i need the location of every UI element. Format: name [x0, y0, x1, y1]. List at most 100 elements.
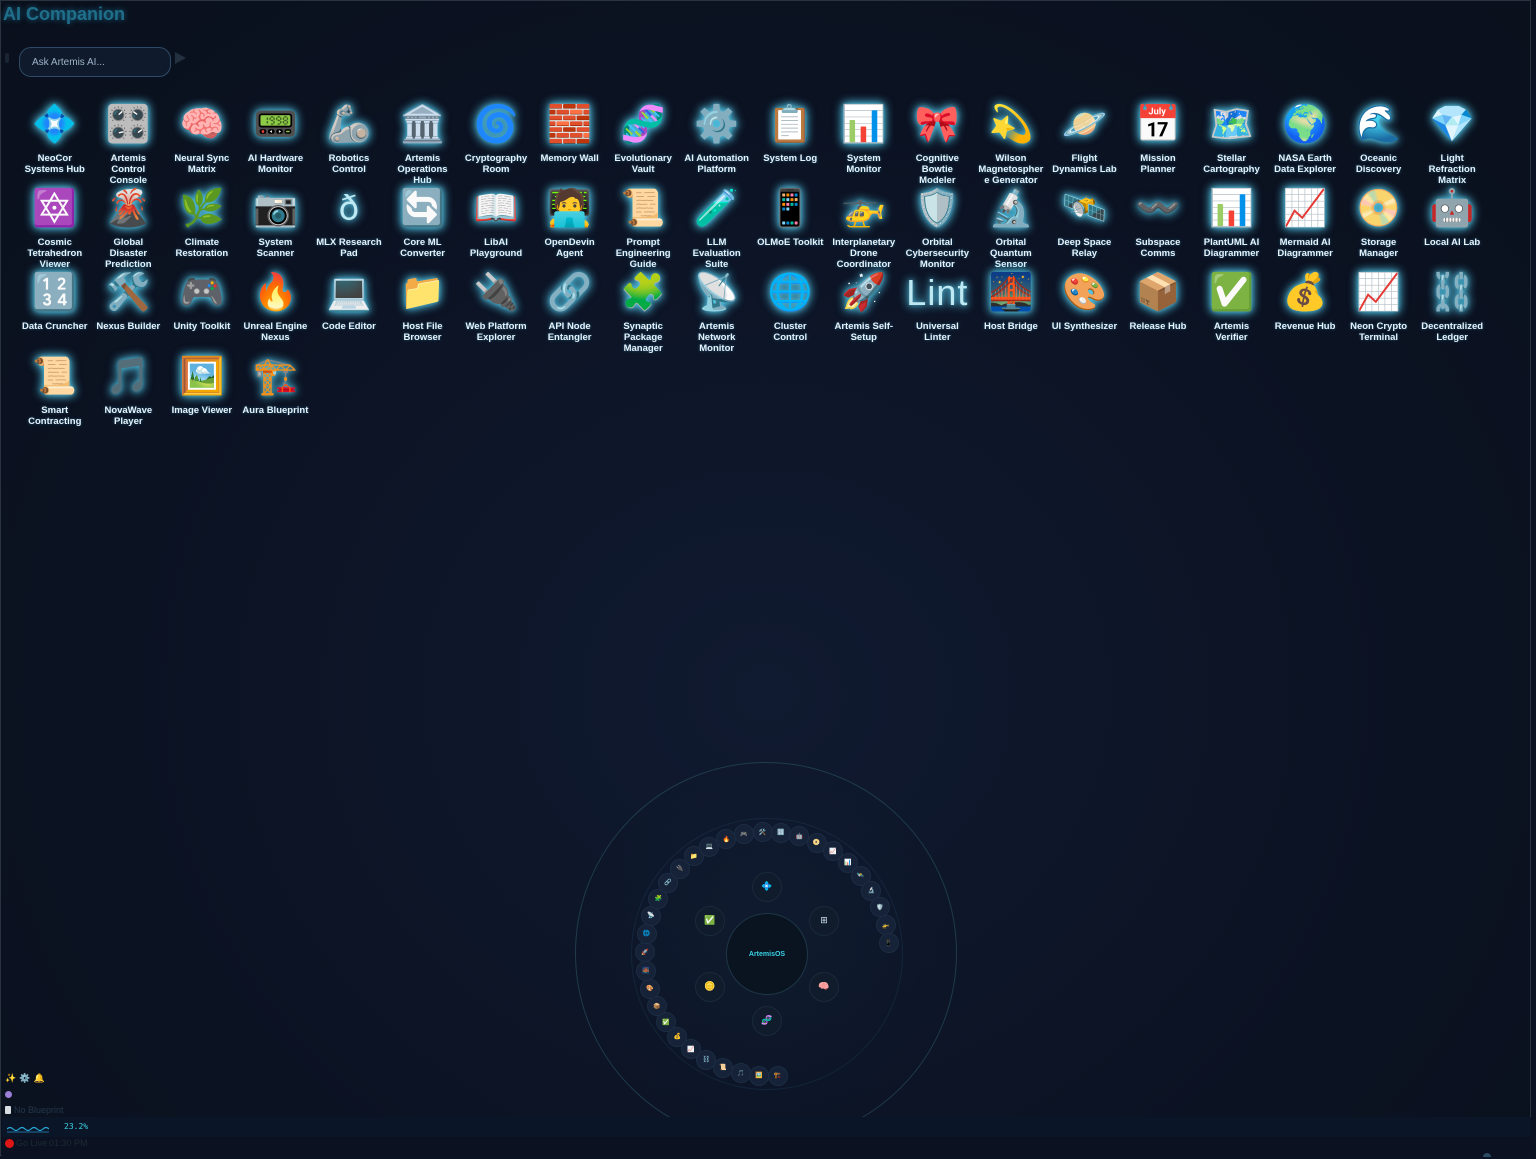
app-artemis-control-console[interactable]: 🎛️ Artemis Control Console: [92, 103, 166, 187]
app-global-disaster-prediction[interactable]: 🌋 Global Disaster Prediction: [92, 187, 166, 271]
app-ui-synthesizer[interactable]: 🎨 UI Synthesizer: [1048, 271, 1122, 355]
orbit-app-shortcut[interactable]: 📱: [878, 933, 899, 954]
ask-drag-handle[interactable]: [5, 53, 9, 63]
app-universal-linter[interactable]: Lint Universal Linter: [901, 271, 975, 355]
orbit-app-shortcut[interactable]: 🔢: [771, 822, 792, 843]
ask-ai-input[interactable]: [19, 47, 171, 77]
app-neural-sync-matrix[interactable]: 🧠 Neural Sync Matrix: [165, 103, 239, 187]
app-smart-contracting[interactable]: 📜 Smart Contracting: [18, 355, 92, 439]
orbit-app-shortcut[interactable]: 🌐: [636, 923, 657, 944]
app-oceanic-discovery[interactable]: 🌊 Oceanic Discovery: [1342, 103, 1416, 187]
app-memory-wall[interactable]: 🧱 Memory Wall: [533, 103, 607, 187]
app-nasa-earth-data-explorer[interactable]: 🌍 NASA Earth Data Explorer: [1268, 103, 1342, 187]
app-label: NASA Earth Data Explorer: [1274, 153, 1336, 175]
app-artemis-network-monitor[interactable]: 📡 Artemis Network Monitor: [680, 271, 754, 355]
app-aura-blueprint[interactable]: 🏗️ Aura Blueprint: [239, 355, 313, 439]
app-artemis-verifier[interactable]: ✅ Artemis Verifier: [1195, 271, 1269, 355]
app-climate-restoration[interactable]: 🌿 Climate Restoration: [165, 187, 239, 271]
orbit-app-shortcut[interactable]: 🖼️: [749, 1065, 770, 1086]
app-nexus-builder[interactable]: 🛠️ Nexus Builder: [92, 271, 166, 355]
app-mission-planner[interactable]: 📅 Mission Planner: [1121, 103, 1195, 187]
orbit-icon: 💫: [988, 104, 1034, 145]
app-synaptic-package-manager[interactable]: 🧩 Synaptic Package Manager: [606, 271, 680, 355]
app-libai-playground[interactable]: 📖 LibAI Playground: [459, 187, 533, 271]
app-host-bridge[interactable]: 🌉 Host Bridge: [974, 271, 1048, 355]
activity-wave-icon: [7, 1126, 49, 1133]
app-decentralized-ledger[interactable]: ⛓️ Decentralized Ledger: [1415, 271, 1489, 355]
orbit-app-shortcut[interactable]: 🎵: [730, 1063, 751, 1084]
orbit-node-diamond[interactable]: 💠: [752, 872, 782, 902]
orbit-node-grid[interactable]: ⊞: [809, 906, 839, 936]
app-revenue-hub[interactable]: 💰 Revenue Hub: [1268, 271, 1342, 355]
app-stellar-cartography[interactable]: 🗺️ Stellar Cartography: [1195, 103, 1269, 187]
app-opendevin-agent[interactable]: 🧑‍💻 OpenDevin Agent: [533, 187, 607, 271]
app-ai-hardware-monitor[interactable]: 📟 AI Hardware Monitor: [239, 103, 313, 187]
app-label: Cluster Control: [773, 321, 808, 343]
app-data-cruncher[interactable]: 🔢 Data Cruncher: [18, 271, 92, 355]
app-wilson-magnetosphere-generator[interactable]: 💫 Wilson Magnetosphere Generator: [974, 103, 1048, 187]
app-neon-crypto-terminal[interactable]: 📈 Neon Crypto Terminal: [1342, 271, 1416, 355]
sparkles-icon[interactable]: ✨: [5, 1074, 16, 1084]
app-flight-dynamics-lab[interactable]: 🪐 Flight Dynamics Lab: [1048, 103, 1122, 187]
app-prompt-engineering-guide[interactable]: 📜 Prompt Engineering Guide: [606, 187, 680, 271]
record-icon[interactable]: [5, 1139, 14, 1148]
orbit-app-shortcut[interactable]: 🛠️: [752, 822, 773, 843]
app-artemis-operations-hub[interactable]: 🏛️ Artemis Operations Hub: [386, 103, 460, 187]
orbit-app-shortcut[interactable]: 📦: [646, 996, 667, 1017]
app-storage-manager[interactable]: 📀 Storage Manager: [1342, 187, 1416, 271]
app-image-viewer[interactable]: 🖼️ Image Viewer: [165, 355, 239, 439]
app-local-ai-lab[interactable]: 🤖 Local AI Lab: [1415, 187, 1489, 271]
app-neocor-systems-hub[interactable]: 💠 NeoCor Systems Hub: [18, 103, 92, 187]
dna-icon: 🧬: [620, 104, 666, 145]
app-system-log[interactable]: 📋 System Log: [753, 103, 827, 187]
app-label: Light Refraction Matrix: [1428, 153, 1476, 186]
app-llm-evaluation-suite[interactable]: 🧪 LLM Evaluation Suite: [680, 187, 754, 271]
app-orbital-quantum-sensor[interactable]: 🔬 Orbital Quantum Sensor: [974, 187, 1048, 271]
app-novawave-player[interactable]: 🎵 NovaWave Player: [92, 355, 166, 439]
orbit-app-shortcut[interactable]: 📡: [641, 905, 662, 926]
app-evolutionary-vault[interactable]: 🧬 Evolutionary Vault: [606, 103, 680, 187]
send-arrow-icon[interactable]: [175, 52, 186, 64]
app-unity-toolkit[interactable]: 🎮 Unity Toolkit: [165, 271, 239, 355]
orbit-node-brain[interactable]: 🧠: [809, 972, 839, 1002]
orbit-node-dna[interactable]: 🧬: [752, 1006, 782, 1036]
user-status-dot[interactable]: [5, 1091, 12, 1098]
artemisos-hub[interactable]: ArtemisOS: [726, 913, 808, 995]
app-unreal-engine-nexus[interactable]: 🔥 Unreal Engine Nexus: [239, 271, 313, 355]
app-code-editor[interactable]: 💻 Code Editor: [312, 271, 386, 355]
app-mermaid-ai-diagrammer[interactable]: 📈 Mermaid AI Diagrammer: [1268, 187, 1342, 271]
app-system-scanner[interactable]: 📷 System Scanner: [239, 187, 313, 271]
orbit-node-check[interactable]: ✅: [695, 906, 725, 936]
bell-icon[interactable]: 🔔: [33, 1074, 44, 1084]
app-orbital-cybersecurity-monitor[interactable]: 🛡️ Orbital Cybersecurity Monitor: [901, 187, 975, 271]
gear-icon[interactable]: ⚙️: [19, 1074, 30, 1084]
orbit-app-shortcut[interactable]: 🌉: [636, 960, 657, 981]
app-cryptography-room[interactable]: 🌀 Cryptography Room: [459, 103, 533, 187]
app-web-platform-explorer[interactable]: 🔌 Web Platform Explorer: [459, 271, 533, 355]
app-system-monitor[interactable]: 📊 System Monitor: [827, 103, 901, 187]
go-live-label[interactable]: Go Live: [16, 1138, 47, 1148]
app-deep-space-relay[interactable]: 🛰️ Deep Space Relay: [1048, 187, 1122, 271]
app-release-hub[interactable]: 📦 Release Hub: [1121, 271, 1195, 355]
app-cognitive-bowtie-modeler[interactable]: 🎀 Cognitive Bowtie Modeler: [901, 103, 975, 187]
app-subspace-comms[interactable]: 〰️ Subspace Comms: [1121, 187, 1195, 271]
app-interplanetary-drone-coordinator[interactable]: 🚁 Interplanetary Drone Coordinator: [827, 187, 901, 271]
app-artemis-self-setup[interactable]: 🚀 Artemis Self-Setup: [827, 271, 901, 355]
app-olmoe-toolkit[interactable]: 📱 OLMoE Toolkit: [753, 187, 827, 271]
app-core-ml-converter[interactable]: 🔄 Core ML Converter: [386, 187, 460, 271]
app-ai-automation-platform[interactable]: ⚙️ AI Automation Platform: [680, 103, 754, 187]
app-plantuml-ai-diagrammer[interactable]: 📊 PlantUML AI Diagrammer: [1195, 187, 1269, 271]
orbit-app-shortcut[interactable]: 🎨: [640, 978, 661, 999]
app-cosmic-tetrahedron-viewer[interactable]: 🔯 Cosmic Tetrahedron Viewer: [18, 187, 92, 271]
orbit-app-shortcut[interactable]: 📜: [713, 1057, 734, 1078]
app-api-node-entangler[interactable]: 🔗 API Node Entangler: [533, 271, 607, 355]
app-cluster-control[interactable]: 🌐 Cluster Control: [753, 271, 827, 355]
app-robotics-control[interactable]: 🦾 Robotics Control: [312, 103, 386, 187]
orbit-app-shortcut[interactable]: 🏗️: [767, 1065, 788, 1086]
app-light-refraction-matrix[interactable]: 💎 Light Refraction Matrix: [1415, 103, 1489, 187]
app-label: Artemis Network Monitor: [697, 321, 736, 354]
app-host-file-browser[interactable]: 📁 Host File Browser: [386, 271, 460, 355]
orbit-app-shortcut[interactable]: 🚁: [875, 915, 896, 936]
orbit-node-coin[interactable]: 🪙: [695, 972, 725, 1002]
app-mlx-research-pad[interactable]: ð MLX Research Pad: [312, 187, 386, 271]
